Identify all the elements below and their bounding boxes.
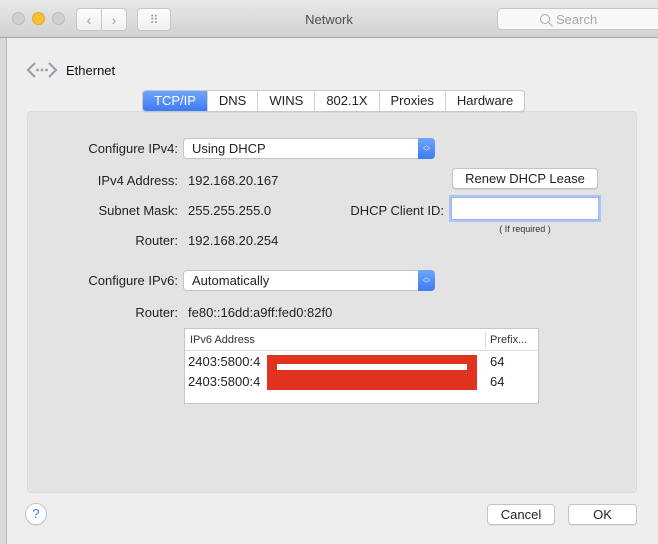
ipv4-address-label: IPv4 Address:	[97, 173, 178, 188]
help-button[interactable]: ?	[25, 503, 47, 525]
updown-chevron-icon: ︿ ﹀	[418, 138, 435, 159]
tab-proxies[interactable]: Proxies	[378, 91, 445, 111]
ipv6-router-label: Router:	[135, 305, 178, 320]
subnet-mask-value: 255.255.255.0	[188, 203, 272, 218]
tab-bar: TCP/IP DNS WINS 802.1X Proxies Hardware	[142, 90, 526, 112]
title-bar: ‹ › ⠿ Network Search	[0, 0, 658, 38]
prefix-cell: 64	[490, 354, 505, 369]
column-header-prefix[interactable]: Prefix...	[490, 334, 527, 346]
ipv4-router-value: 192.168.20.254	[188, 233, 279, 248]
ok-button[interactable]: OK	[568, 504, 637, 525]
search-icon	[540, 14, 550, 24]
question-mark-icon: ?	[32, 506, 40, 521]
configure-ipv4-value: Using DHCP	[192, 141, 266, 156]
dhcp-client-id-input[interactable]	[451, 197, 599, 220]
tab-dns[interactable]: DNS	[206, 91, 257, 111]
updown-chevron-icon: ︿ ﹀	[418, 270, 435, 291]
tab-hardware[interactable]: Hardware	[444, 91, 524, 111]
search-field[interactable]: Search	[497, 8, 658, 30]
ipv6-address-cell: 2403:5800:4	[188, 374, 261, 389]
ethernet-icon	[26, 62, 58, 78]
cancel-button[interactable]: Cancel	[487, 504, 555, 525]
subnet-mask-label: Subnet Mask:	[98, 203, 179, 218]
redaction-box-inner	[277, 364, 467, 370]
tab-wins[interactable]: WINS	[257, 91, 314, 111]
dhcp-client-id-hint: ( If required )	[499, 224, 551, 234]
service-name: Ethernet	[66, 62, 116, 78]
search-placeholder: Search	[556, 11, 598, 27]
ipv6-router-value: fe80::16dd:a9ff:fed0:82f0	[188, 305, 333, 320]
service-header: Ethernet	[26, 60, 115, 80]
ipv6-address-cell: 2403:5800:4	[188, 354, 261, 369]
window-edge	[0, 38, 7, 544]
dhcp-client-id-label: DHCP Client ID:	[350, 203, 444, 218]
configure-ipv6-value: Automatically	[192, 273, 270, 288]
ipv4-router-label: Router:	[135, 233, 178, 248]
tab-tcpip[interactable]: TCP/IP	[143, 91, 207, 111]
renew-dhcp-lease-button[interactable]: Renew DHCP Lease	[452, 168, 598, 189]
configure-ipv4-label: Configure IPv4:	[88, 141, 178, 156]
configure-ipv6-select[interactable]: Automatically ︿ ﹀	[183, 270, 435, 291]
ipv4-address-value: 192.168.20.167	[188, 173, 279, 188]
column-header-ipv6-address[interactable]: IPv6 Address	[190, 334, 255, 346]
tab-8021x[interactable]: 802.1X	[314, 91, 378, 111]
column-divider[interactable]	[485, 332, 486, 348]
configure-ipv4-select[interactable]: Using DHCP ︿ ﹀	[183, 138, 435, 159]
redaction-box	[267, 355, 477, 390]
configure-ipv6-label: Configure IPv6:	[88, 273, 178, 288]
prefix-cell: 64	[490, 374, 505, 389]
table-header: IPv6 Address Prefix...	[185, 329, 538, 351]
